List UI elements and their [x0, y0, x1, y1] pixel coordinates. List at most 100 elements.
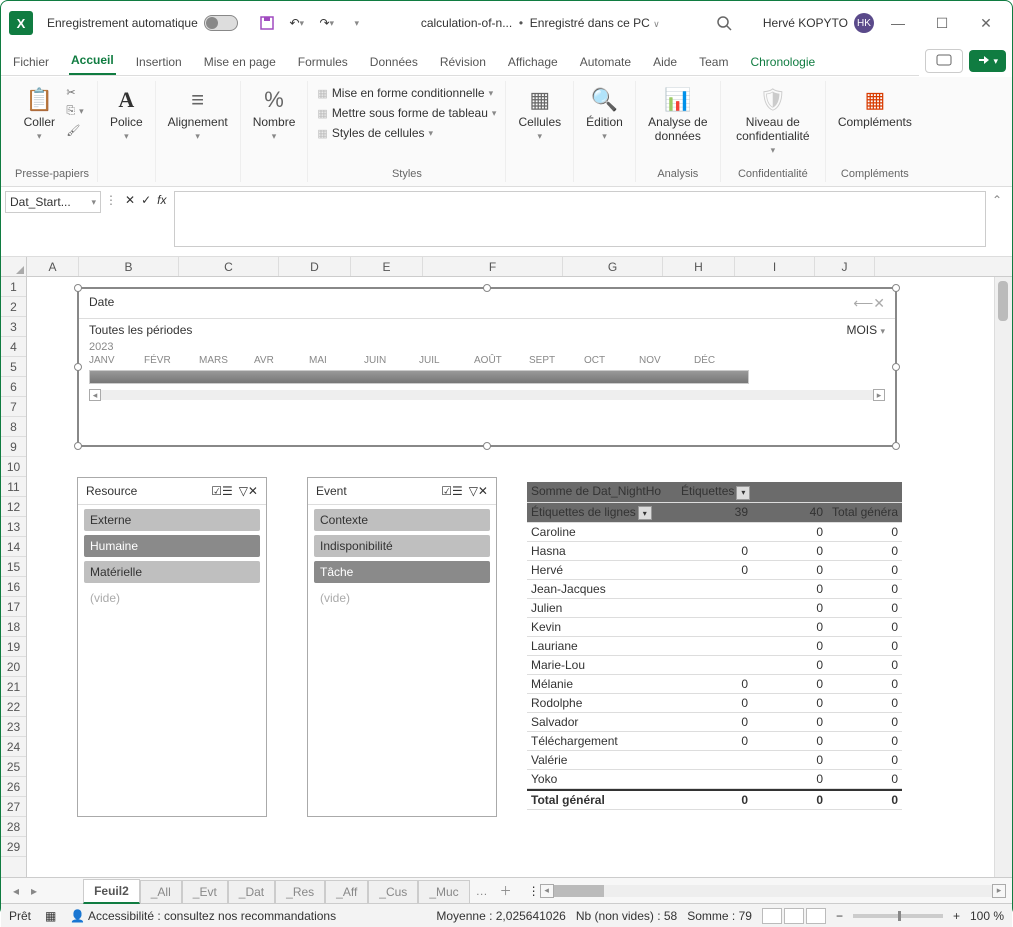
row-header[interactable]: 15 [1, 557, 26, 577]
row-header[interactable]: 6 [1, 377, 26, 397]
tab-team[interactable]: Team [697, 51, 730, 75]
timeline-month[interactable]: AOÛT [474, 355, 529, 366]
pivot-row[interactable]: Marie-Lou00 [527, 656, 902, 675]
timeline-month[interactable]: NOV [639, 355, 694, 366]
number-button[interactable]: %Nombre▾ [249, 85, 300, 144]
cancel-formula-icon[interactable]: ✕ [125, 193, 135, 207]
pivot-row[interactable]: Hasna000 [527, 542, 902, 561]
slicer-item[interactable]: Contexte [314, 509, 490, 531]
clear-filter-icon[interactable]: ▽✕ [469, 484, 488, 498]
row-header[interactable]: 14 [1, 537, 26, 557]
sheet-tab[interactable]: _Res [275, 880, 325, 903]
search-icon[interactable] [715, 14, 733, 32]
timeline-level-dropdown[interactable]: MOIS ▾ [846, 323, 885, 337]
alignment-button[interactable]: ≡Alignement▾ [164, 85, 232, 144]
horizontal-scrollbar[interactable]: ⋮◂▸ [528, 884, 1006, 898]
row-header[interactable]: 8 [1, 417, 26, 437]
row-header[interactable]: 18 [1, 617, 26, 637]
slicer-item[interactable]: Matérielle [84, 561, 260, 583]
multiselect-icon[interactable]: ☑☰ [211, 484, 233, 498]
row-header[interactable]: 25 [1, 757, 26, 777]
conditional-formatting-button[interactable]: ▦ Mise en forme conditionnelle▾ [316, 85, 497, 101]
slicer-resource[interactable]: Resource ☑☰▽✕ ExterneHumaineMatérielle(v… [77, 477, 267, 817]
timeline-range-bar[interactable] [89, 370, 749, 384]
row-header[interactable]: 22 [1, 697, 26, 717]
pivot-table[interactable]: Somme de Dat_NightHo Étiquettes▾ Étiquet… [527, 482, 902, 810]
pivot-row[interactable]: Valérie00 [527, 751, 902, 770]
row-header[interactable]: 13 [1, 517, 26, 537]
row-header[interactable]: 28 [1, 817, 26, 837]
col-header[interactable]: B [79, 257, 179, 276]
tab-automate[interactable]: Automate [578, 51, 633, 75]
row-header[interactable]: 9 [1, 437, 26, 457]
sheet-tab[interactable]: _Muc [418, 880, 469, 903]
format-as-table-button[interactable]: ▦ Mettre sous forme de tableau▾ [316, 105, 497, 121]
timeline-slicer[interactable]: Date⟵✕ Toutes les périodesMOIS ▾ 2023 JA… [77, 287, 897, 447]
slicer-item[interactable]: Indisponibilité [314, 535, 490, 557]
col-header[interactable]: G [563, 257, 663, 276]
row-header[interactable]: 19 [1, 637, 26, 657]
timeline-month[interactable]: OCT [584, 355, 639, 366]
slicer-item[interactable]: Tâche [314, 561, 490, 583]
new-sheet-icon[interactable]: ＋ [494, 882, 518, 899]
row-header[interactable]: 21 [1, 677, 26, 697]
collapse-ribbon-icon[interactable]: ⌃ [992, 193, 1002, 207]
formula-bar[interactable] [174, 191, 985, 247]
sheet-tab[interactable]: _Cus [368, 880, 418, 903]
name-box[interactable]: Dat_Start...▾ [5, 191, 101, 213]
qat-customize-icon[interactable]: ▾ [348, 14, 366, 32]
col-header[interactable]: E [351, 257, 423, 276]
row-header[interactable]: 11 [1, 477, 26, 497]
redo-icon[interactable]: ↷▾ [318, 14, 336, 32]
sheet-tab[interactable]: _Dat [228, 880, 275, 903]
pivot-row-labels[interactable]: Étiquettes de lignes▾ [527, 503, 677, 524]
select-all-corner[interactable] [1, 257, 27, 277]
row-header[interactable]: 3 [1, 317, 26, 337]
editing-button[interactable]: 🔍Édition▾ [582, 85, 627, 144]
pivot-row[interactable]: Salvador000 [527, 713, 902, 732]
tab-insert[interactable]: Insertion [134, 51, 184, 75]
col-header[interactable]: H [663, 257, 735, 276]
autosave-toggle[interactable]: Enregistrement automatique [47, 15, 238, 31]
slicer-item[interactable]: Externe [84, 509, 260, 531]
row-header[interactable]: 26 [1, 777, 26, 797]
account-button[interactable]: Hervé KOPYTO HK [763, 13, 874, 33]
timeline-month[interactable]: AVR [254, 355, 309, 366]
sheet-more-icon[interactable]: … [470, 884, 494, 898]
filter-dropdown-icon[interactable]: ▾ [638, 506, 652, 520]
pivot-row[interactable]: Yoko00 [527, 770, 902, 789]
copy-icon[interactable]: ⎘▾ [65, 104, 84, 119]
row-header[interactable]: 27 [1, 797, 26, 817]
share-button[interactable]: ▾ [969, 50, 1006, 72]
col-header[interactable]: J [815, 257, 875, 276]
sheet-nav-next[interactable]: ▸ [25, 884, 43, 898]
pivot-row[interactable]: Julien00 [527, 599, 902, 618]
sheet-tab[interactable]: _Evt [182, 880, 228, 903]
row-header[interactable]: 10 [1, 457, 26, 477]
timeline-scrollbar[interactable]: ◂▸ [89, 388, 885, 402]
pivot-row[interactable]: Hervé000 [527, 561, 902, 580]
timeline-month[interactable]: MARS [199, 355, 254, 366]
pivot-row[interactable]: Jean-Jacques00 [527, 580, 902, 599]
pivot-row[interactable]: Caroline00 [527, 523, 902, 542]
vertical-scrollbar[interactable] [994, 277, 1012, 877]
worksheet-cells[interactable]: Date⟵✕ Toutes les périodesMOIS ▾ 2023 JA… [27, 277, 994, 877]
font-button[interactable]: APolice▾ [106, 85, 147, 144]
clear-filter-icon[interactable]: ⟵✕ [853, 295, 885, 312]
filter-dropdown-icon[interactable]: ▾ [736, 486, 750, 500]
timeline-month[interactable]: MAI [309, 355, 364, 366]
undo-icon[interactable]: ↶▾ [288, 14, 306, 32]
analyze-data-button[interactable]: 📊Analyse de données [644, 85, 712, 145]
sheet-tab-active[interactable]: Feuil2 [83, 879, 140, 904]
slicer-item[interactable]: Humaine [84, 535, 260, 557]
row-header[interactable]: 2 [1, 297, 26, 317]
addins-button[interactable]: ▦Compléments [834, 85, 916, 131]
toggle-switch[interactable] [204, 15, 238, 31]
minimize-button[interactable]: — [884, 11, 912, 35]
enter-formula-icon[interactable]: ✓ [141, 193, 151, 207]
col-header[interactable]: C [179, 257, 279, 276]
pivot-row[interactable]: Mélanie000 [527, 675, 902, 694]
pivot-row[interactable]: Lauriane00 [527, 637, 902, 656]
row-header[interactable]: 16 [1, 577, 26, 597]
tab-layout[interactable]: Mise en page [202, 51, 278, 75]
